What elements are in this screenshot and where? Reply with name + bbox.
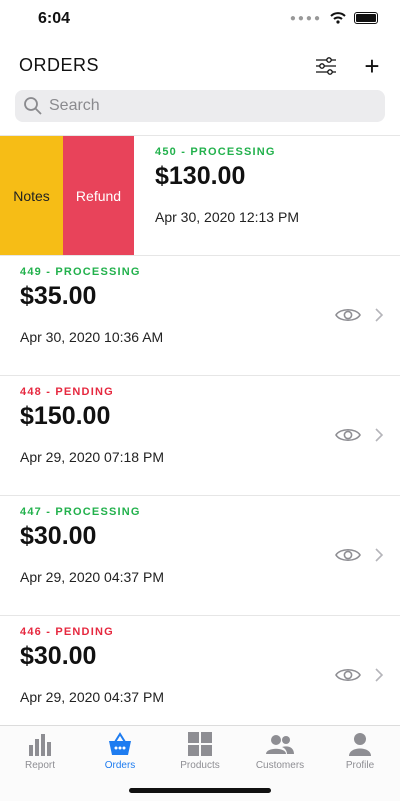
basket-icon: [109, 732, 131, 755]
order-date: Apr 29, 2020 07:18 PM: [20, 449, 164, 465]
order-status: 448 - PENDING: [20, 386, 114, 398]
chevron-right-icon[interactable]: [374, 308, 384, 322]
order-date: Apr 29, 2020 04:37 PM: [20, 689, 164, 705]
tab-orders[interactable]: Orders: [80, 726, 160, 776]
grid-icon: [188, 732, 212, 756]
battery-icon: [354, 12, 378, 24]
sliders-icon: [316, 57, 336, 75]
order-row-448[interactable]: 448 - PENDING $150.00 Apr 29, 2020 07:18…: [0, 376, 400, 496]
notes-button[interactable]: Notes: [0, 136, 63, 255]
status-icons: ●●●●: [290, 12, 378, 24]
status-bar: 6:04 ●●●●: [0, 0, 400, 40]
tab-products[interactable]: Products: [160, 726, 240, 776]
tab-label: Products: [180, 760, 220, 771]
order-row-449[interactable]: 449 - PROCESSING $35.00 Apr 30, 2020 10:…: [0, 256, 400, 376]
eye-icon[interactable]: [335, 546, 361, 564]
wifi-icon: [330, 12, 346, 24]
search-bar: [15, 90, 385, 122]
order-row-450[interactable]: Notes Refund 450 - PROCESSING $130.00 Ap…: [0, 136, 400, 256]
filter-button[interactable]: [312, 52, 340, 80]
tab-report[interactable]: Report: [0, 726, 80, 776]
order-date: Apr 30, 2020 12:13 PM: [155, 209, 299, 225]
search-icon: [24, 97, 42, 115]
chevron-right-icon[interactable]: [374, 548, 384, 562]
tab-profile[interactable]: Profile: [320, 726, 400, 776]
order-status: 447 - PROCESSING: [20, 506, 141, 518]
plus-icon: +: [364, 51, 380, 81]
status-time: 6:04: [38, 10, 71, 27]
orders-list[interactable]: Notes Refund 450 - PROCESSING $130.00 Ap…: [0, 135, 400, 726]
eye-icon[interactable]: [335, 666, 361, 684]
eye-icon[interactable]: [335, 426, 361, 444]
order-amount: $35.00: [20, 282, 97, 310]
order-amount: $30.00: [20, 642, 97, 670]
order-row-447[interactable]: 447 - PROCESSING $30.00 Apr 29, 2020 04:…: [0, 496, 400, 616]
add-order-button[interactable]: +: [358, 52, 386, 80]
order-amount: $130.00: [155, 162, 246, 190]
tab-customers[interactable]: Customers: [240, 726, 320, 776]
order-status: 449 - PROCESSING: [20, 266, 141, 278]
tab-label: Profile: [345, 760, 375, 771]
page-title: ORDERS: [19, 55, 100, 75]
order-amount: $30.00: [20, 522, 97, 550]
tab-label: Report: [24, 760, 55, 771]
home-indicator: [129, 788, 271, 793]
tab-label: Orders: [104, 760, 136, 771]
eye-icon[interactable]: [335, 306, 361, 324]
bar-chart-icon: [29, 734, 51, 756]
person-icon: [349, 733, 371, 756]
order-status: 446 - PENDING: [20, 626, 114, 638]
signal-icon: ●●●●: [289, 12, 322, 24]
chevron-right-icon[interactable]: [374, 668, 384, 682]
people-icon: [266, 735, 294, 754]
chevron-right-icon[interactable]: [374, 428, 384, 442]
order-date: Apr 29, 2020 04:37 PM: [20, 569, 164, 585]
order-status: 450 - PROCESSING: [155, 146, 276, 158]
page-header: ORDERS +: [0, 48, 400, 84]
search-input[interactable]: [47, 96, 371, 116]
refund-button[interactable]: Refund: [63, 136, 134, 255]
order-row-446[interactable]: 446 - PENDING $30.00 Apr 29, 2020 04:37 …: [0, 616, 400, 726]
order-date: Apr 30, 2020 10:36 AM: [20, 329, 164, 345]
tab-label: Customers: [255, 760, 305, 771]
order-amount: $150.00: [20, 402, 111, 430]
